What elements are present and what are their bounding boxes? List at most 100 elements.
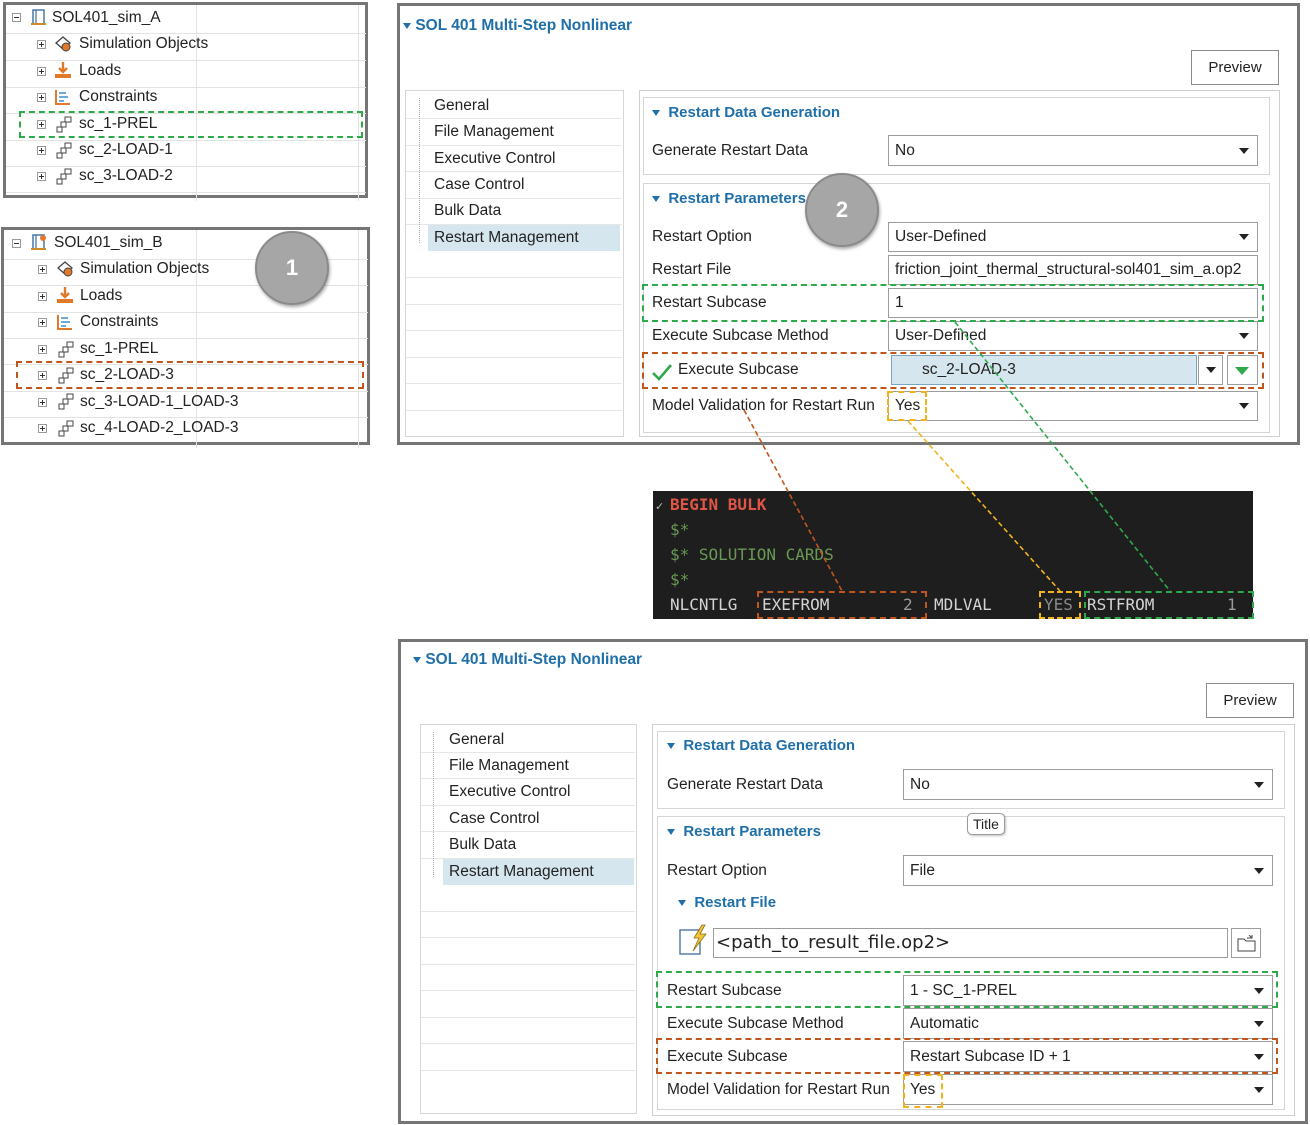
expand-toggle[interactable] (37, 93, 46, 102)
collapse-toggle[interactable] (12, 13, 21, 22)
constraints-icon (57, 315, 72, 330)
tree-root-sim-a[interactable]: SOL401_sim_A (52, 5, 161, 31)
expand-toggle[interactable] (38, 424, 47, 433)
label-restart-option: Restart Option (652, 228, 752, 245)
dropdown-arrow-icon (1254, 1021, 1264, 1027)
collapse-icon (678, 900, 686, 907)
select-generate-restart-data[interactable]: No (888, 135, 1258, 166)
collapse-icon (652, 196, 660, 203)
nav-file-management[interactable]: File Management (434, 119, 554, 145)
highlight-exefrom (757, 591, 927, 619)
tree-item-sc-3-load-2[interactable]: sc_3-LOAD-2 (79, 163, 173, 189)
sim-file-icon (31, 9, 46, 25)
collapse-icon (403, 22, 411, 29)
nav-restart-management[interactable]: Restart Management (434, 225, 579, 251)
collapse-icon (667, 743, 675, 750)
dialog-bottom-title: SOL 401 Multi-Step Nonlinear (425, 651, 643, 668)
expand-toggle[interactable] (38, 345, 47, 354)
nav-case-control[interactable]: Case Control (434, 172, 524, 198)
tree-item-constraints[interactable]: Constraints (79, 84, 157, 110)
dropdown-arrow-icon (1239, 333, 1249, 339)
preview-button[interactable]: Preview (1206, 683, 1294, 718)
select-execute-subcase-method[interactable]: Automatic (903, 1008, 1273, 1039)
nav-file-management[interactable]: File Management (449, 753, 569, 779)
subcase-icon (56, 168, 72, 185)
collapse-toggle[interactable] (12, 239, 21, 248)
tree-item-sc-3-load-1-load-3[interactable]: sc_3-LOAD-1_LOAD-3 (80, 389, 239, 415)
highlight-sc-1-prel (19, 111, 363, 138)
collapse-icon (667, 829, 675, 836)
tree-item-sc-1-prel[interactable]: sc_1-PREL (80, 336, 158, 362)
tree-item-simulation-objects[interactable]: Simulation Objects (79, 31, 208, 57)
highlight-sc-2-load-3 (16, 361, 364, 389)
select-model-validation[interactable]: Yes (903, 1074, 1273, 1105)
expand-toggle[interactable] (37, 146, 46, 155)
file-lightning-icon (679, 924, 707, 955)
tooltip-title: Title (967, 813, 1005, 835)
select-restart-option[interactable]: User-Defined (888, 222, 1258, 252)
tree-item-sc-2-load-1[interactable]: sc_2-LOAD-1 (79, 137, 173, 163)
preview-button[interactable]: Preview (1191, 50, 1279, 85)
sim-file-icon (31, 234, 46, 250)
nav-general[interactable]: General (449, 727, 504, 753)
browse-file-button[interactable] (1231, 928, 1261, 958)
callout-badge-1: 1 (255, 231, 329, 305)
select-generate-restart-data[interactable]: No (903, 769, 1273, 800)
code-begin-bulk: BEGIN BULK (670, 495, 767, 514)
dropdown-arrow-icon (1254, 1087, 1264, 1093)
nav-bulk-data[interactable]: Bulk Data (449, 832, 516, 858)
select-model-validation[interactable]: Yes (888, 391, 1258, 421)
nav-executive-control[interactable]: Executive Control (434, 146, 555, 172)
code-comment-2: $* (670, 570, 690, 589)
section-restart-data-generation[interactable]: Restart Data Generation (652, 104, 840, 121)
tree-item-simulation-objects[interactable]: Simulation Objects (80, 256, 209, 282)
section-restart-file[interactable]: Restart File (678, 894, 776, 911)
dropdown-arrow-icon (1239, 234, 1249, 240)
tree-item-loads[interactable]: Loads (80, 283, 122, 309)
label-restart-option: Restart Option (667, 862, 767, 879)
dropdown-arrow-icon (1239, 148, 1249, 154)
dialog-top-title: SOL 401 Multi-Step Nonlinear (415, 17, 633, 34)
tree-item-loads[interactable]: Loads (79, 58, 121, 84)
tree-root-sim-b[interactable]: SOL401_sim_B (54, 230, 163, 256)
highlight-restart-subcase-bottom (656, 971, 1278, 1008)
highlight-restart-subcase-top (642, 284, 1264, 322)
label-restart-file: Restart File (652, 261, 732, 278)
tree-item-sc-4-load-2-load-3[interactable]: sc_4-LOAD-2_LOAD-3 (80, 415, 239, 441)
highlight-rstfrom (1084, 591, 1254, 619)
input-restart-file[interactable]: friction_joint_thermal_structural-sol401… (888, 255, 1258, 285)
loads-icon (55, 62, 71, 78)
dropdown-arrow-icon (1239, 403, 1249, 409)
nav-executive-control[interactable]: Executive Control (449, 779, 570, 805)
code-mdlval: MDLVAL (934, 595, 992, 614)
label-model-validation: Model Validation for Restart Run (652, 397, 875, 414)
highlight-mdlval-yes (1039, 591, 1081, 619)
expand-toggle[interactable] (38, 318, 47, 327)
expand-toggle[interactable] (38, 292, 47, 301)
expand-toggle[interactable] (37, 67, 46, 76)
nav-case-control[interactable]: Case Control (449, 806, 539, 832)
expand-toggle[interactable] (38, 398, 47, 407)
section-restart-data-generation[interactable]: Restart Data Generation (667, 737, 855, 754)
input-restart-file-path[interactable]: <path_to_result_file.op2> (713, 928, 1228, 958)
section-restart-parameters[interactable]: Restart Parameters (667, 823, 821, 840)
tree-item-constraints[interactable]: Constraints (80, 309, 158, 335)
folder-open-icon (1237, 935, 1256, 952)
nav-general[interactable]: General (434, 93, 489, 119)
simulation-objects-icon (55, 36, 71, 52)
code-nlcntlg: NLCNTLG (670, 595, 738, 614)
nav-bulk-data[interactable]: Bulk Data (434, 198, 501, 224)
dialog-top-title-row[interactable]: SOL 401 Multi-Step Nonlinear (403, 17, 632, 35)
nav-restart-management[interactable]: Restart Management (449, 859, 594, 885)
dropdown-arrow-icon (1254, 782, 1264, 788)
section-restart-parameters[interactable]: Restart Parameters (652, 190, 806, 207)
select-execute-subcase-method[interactable]: User-Defined (888, 321, 1258, 351)
expand-toggle[interactable] (37, 172, 46, 181)
subcase-icon (58, 393, 74, 410)
expand-toggle[interactable] (37, 40, 46, 49)
dropdown-arrow-icon (1254, 868, 1264, 874)
select-restart-option[interactable]: File (903, 855, 1273, 886)
subcase-icon (56, 142, 72, 159)
dialog-bottom-title-row[interactable]: SOL 401 Multi-Step Nonlinear (413, 651, 642, 669)
expand-toggle[interactable] (38, 265, 47, 274)
